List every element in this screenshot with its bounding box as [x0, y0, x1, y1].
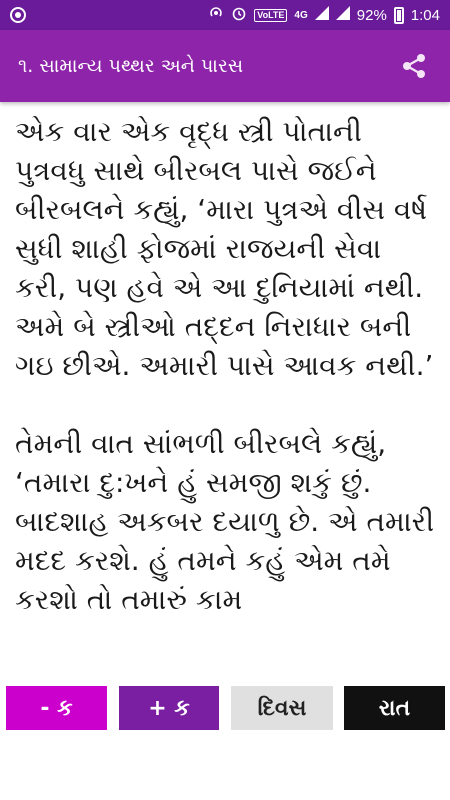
volte-badge: VoLTE: [254, 8, 288, 22]
signal-icon-2: [335, 6, 350, 24]
decrease-font-button[interactable]: - ક: [6, 686, 107, 730]
battery-percent: 92%: [356, 6, 387, 24]
app-notification-icon: [10, 7, 26, 23]
network-type-label: 4G: [294, 9, 308, 21]
night-mode-button[interactable]: રાત: [344, 686, 445, 730]
app-bar: ૧. સામાન્ય પથ્થર અને પારસ: [0, 30, 450, 102]
increase-font-button[interactable]: + ક: [119, 686, 219, 730]
alarm-icon: [231, 5, 247, 25]
bottom-controls: - ક + ક દિવસ રાત: [0, 686, 450, 732]
story-paragraph-1: એક વાર એક વૃદ્ધ સ્ત્રી પોતાની પુત્રવધુ સ…: [15, 115, 434, 382]
battery-icon: [393, 6, 404, 24]
hotspot-icon: [208, 5, 224, 25]
status-bar: VoLTE 4G 92% 1:04: [0, 0, 450, 30]
share-icon[interactable]: [396, 48, 432, 84]
story-content[interactable]: એક વાર એક વૃદ્ધ સ્ત્રી પોતાની પુત્રવધુ સ…: [15, 112, 440, 668]
clock: 1:04: [410, 6, 440, 24]
page-title: ૧. સામાન્ય પથ્થર અને પારસ: [18, 55, 244, 77]
story-paragraph-2: તેમની વાત સાંભળી બીરબલે કહ્યું, ‘તમારા દ…: [15, 427, 435, 616]
signal-icon-1: [314, 6, 329, 24]
day-mode-button[interactable]: દિવસ: [231, 686, 333, 730]
